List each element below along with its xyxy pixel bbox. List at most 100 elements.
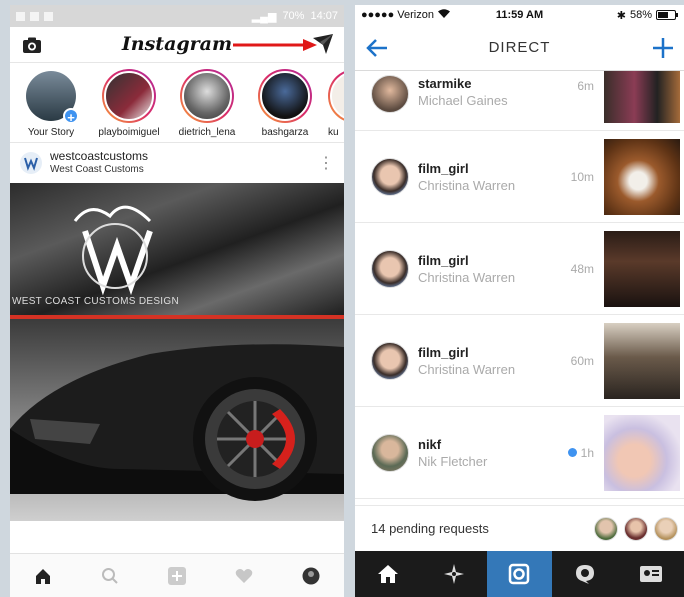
avatar <box>654 516 678 541</box>
story-name: Your Story <box>27 127 75 138</box>
story-avatar <box>102 69 156 123</box>
profile-icon[interactable] <box>618 551 684 597</box>
thread-username: film_girl <box>418 252 469 268</box>
search-icon[interactable] <box>99 565 121 587</box>
story-item[interactable]: + Your Story <box>16 69 86 142</box>
plus-icon[interactable] <box>652 37 674 59</box>
home-icon[interactable] <box>32 565 54 587</box>
wcc-logo-icon <box>24 157 38 171</box>
thread-time: 60m <box>570 353 594 368</box>
thread-username: film_girl <box>418 344 469 360</box>
story-item[interactable]: ku <box>328 69 344 142</box>
instagram-android-screen: ▂▄▆ 70% 14:07 Instagram + Your Story pla… <box>10 5 344 597</box>
thread-thumbnail <box>604 414 680 491</box>
camera-icon[interactable] <box>22 36 42 54</box>
heart-icon[interactable] <box>233 565 255 587</box>
story-name: playboimiguel <box>98 127 160 138</box>
thread-row[interactable]: nikf Nik Fletcher 1h <box>355 407 684 499</box>
thread-username: starmike <box>418 75 472 91</box>
add-icon[interactable] <box>166 565 188 587</box>
story-avatar: + <box>24 69 79 125</box>
story-item[interactable]: bashgarza <box>250 69 320 142</box>
banner-graphic: WEST COAST CUSTOMS DESIGN <box>10 183 344 319</box>
camera-icon[interactable] <box>486 551 553 597</box>
unread-dot <box>567 448 577 457</box>
bottom-tab-bar <box>10 553 344 597</box>
carrier: ●●●●● Verizon <box>361 9 434 21</box>
avatar <box>371 433 409 472</box>
story-avatar <box>328 69 344 123</box>
composite-screenshot: ▂▄▆ 70% 14:07 Instagram + Your Story pla… <box>0 0 684 597</box>
thread-real-name: Christina Warren <box>418 269 516 285</box>
story-avatar <box>258 69 312 123</box>
avatar <box>371 157 409 196</box>
avatar <box>371 74 409 113</box>
activity-icon[interactable] <box>552 551 618 597</box>
thread-real-name: Christina Warren <box>418 361 516 377</box>
story-item[interactable]: playboimiguel <box>94 69 164 142</box>
thread-row[interactable]: film_girl Christina Warren 60m <box>355 315 684 407</box>
thread-username: nikf <box>418 436 442 452</box>
story-name: dietrich_lena <box>178 127 236 138</box>
status-time: 14:07 <box>310 10 338 22</box>
avatar <box>624 516 648 541</box>
profile-icon[interactable] <box>300 565 322 587</box>
thread-real-name: Nik Fletcher <box>418 453 488 469</box>
ios-status-bar: ●●●●● Verizon 11:59 AM ✱ 58% <box>355 5 684 25</box>
page-title: DIRECT <box>488 39 551 56</box>
post-image[interactable]: WEST COAST CUSTOMS DESIGN <box>10 183 344 521</box>
notification-icon <box>30 11 39 21</box>
story-avatar <box>180 69 234 123</box>
thread-row[interactable]: film_girl Christina Warren 10m <box>355 131 684 223</box>
notification-icon <box>44 11 53 21</box>
stories-tray: + Your Story playboimiguel dietrich_lena… <box>10 63 344 143</box>
instagram-direct-ios-screen: ●●●●● Verizon 11:59 AM ✱ 58% DIRECT star… <box>355 5 684 597</box>
add-story-icon[interactable]: + <box>63 108 79 125</box>
explore-icon[interactable] <box>421 551 487 597</box>
thread-time: 6m <box>577 79 594 93</box>
thread-thumbnail <box>604 138 680 215</box>
android-status-bar: ▂▄▆ 70% 14:07 <box>10 5 344 27</box>
home-icon[interactable] <box>355 551 421 597</box>
thread-time: 1h <box>567 446 594 460</box>
notification-icon <box>16 11 25 21</box>
banner-text: WEST COAST CUSTOMS DESIGN <box>12 296 179 307</box>
avatar <box>594 516 618 541</box>
battery-icon <box>656 10 678 20</box>
direct-nav-bar: DIRECT <box>355 25 684 71</box>
thread-row[interactable]: starmike Michael Gaines 6m <box>355 71 684 131</box>
car-illustration <box>10 344 344 501</box>
story-name: ku <box>328 127 339 138</box>
pending-requests-row[interactable]: 14 pending requests <box>355 505 684 551</box>
battery-level: 58% <box>629 9 652 21</box>
pending-avatars <box>594 516 678 541</box>
wcc-logo-icon <box>73 205 153 296</box>
bottom-tab-bar <box>355 551 684 597</box>
thread-list: starmike Michael Gaines 6m film_girl Chr… <box>355 71 684 499</box>
bluetooth-icon: ✱ <box>616 9 626 22</box>
thread-thumbnail <box>604 230 680 307</box>
thread-row[interactable]: film_girl Christina Warren 48m <box>355 223 684 315</box>
post-username[interactable]: westcoastcustoms <box>50 150 148 163</box>
story-item[interactable]: dietrich_lena <box>172 69 242 142</box>
red-arrow-icon <box>233 39 317 51</box>
battery-level: 70% <box>282 10 305 22</box>
pending-requests-label: 14 pending requests <box>371 521 489 536</box>
post-subtitle: West Coast Customs <box>50 164 144 175</box>
more-options-icon[interactable]: ⋮ <box>318 153 334 173</box>
thread-real-name: Christina Warren <box>418 177 516 193</box>
story-name: bashgarza <box>261 127 309 138</box>
post-avatar[interactable] <box>20 152 42 174</box>
car-photo <box>10 319 344 521</box>
avatar <box>371 249 409 288</box>
instagram-header: Instagram <box>10 27 344 63</box>
paper-plane-icon[interactable] <box>312 33 334 55</box>
wifi-icon <box>437 9 450 21</box>
thread-time: 10m <box>570 169 594 184</box>
avatar <box>371 341 409 380</box>
back-arrow-icon[interactable] <box>365 38 389 58</box>
thread-real-name: Michael Gaines <box>418 92 508 108</box>
thread-thumbnail <box>604 322 680 399</box>
thread-thumbnail <box>604 71 680 123</box>
thread-username: film_girl <box>418 160 469 176</box>
